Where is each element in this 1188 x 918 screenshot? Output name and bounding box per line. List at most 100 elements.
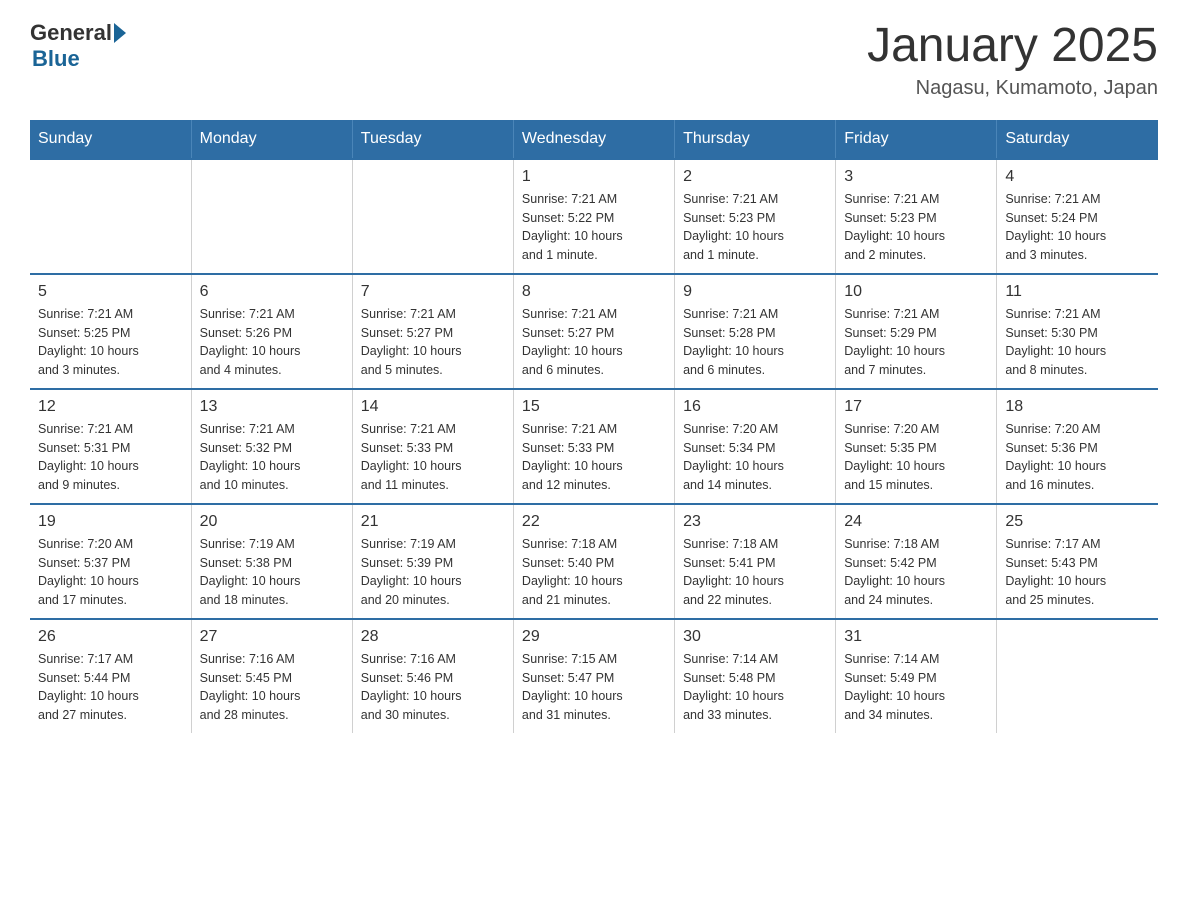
day-info: Sunrise: 7:20 AM Sunset: 5:34 PM Dayligh… bbox=[683, 420, 827, 495]
calendar-cell-w3-d6: 18 Sunrise: 7:20 AM Sunset: 5:36 PM Dayli… bbox=[997, 389, 1158, 504]
page-header: General Blue January 2025 Nagasu, Kumamo… bbox=[30, 20, 1158, 100]
day-info: Sunrise: 7:19 AM Sunset: 5:38 PM Dayligh… bbox=[200, 535, 344, 610]
week-row-4: 19 Sunrise: 7:20 AM Sunset: 5:37 PM Dayli… bbox=[30, 504, 1158, 619]
day-number: 11 bbox=[1005, 283, 1150, 301]
day-info: Sunrise: 7:20 AM Sunset: 5:37 PM Dayligh… bbox=[38, 535, 183, 610]
day-number: 25 bbox=[1005, 513, 1150, 531]
day-info: Sunrise: 7:18 AM Sunset: 5:42 PM Dayligh… bbox=[844, 535, 988, 610]
calendar-cell-w1-d6: 4Sunrise: 7:21 AM Sunset: 5:24 PM Daylig… bbox=[997, 159, 1158, 274]
day-info: Sunrise: 7:21 AM Sunset: 5:23 PM Dayligh… bbox=[844, 190, 988, 265]
header-saturday: Saturday bbox=[997, 120, 1158, 159]
calendar-cell-w2-d4: 9Sunrise: 7:21 AM Sunset: 5:28 PM Daylig… bbox=[675, 274, 836, 389]
day-info: Sunrise: 7:17 AM Sunset: 5:44 PM Dayligh… bbox=[38, 650, 183, 725]
calendar-cell-w3-d5: 17Sunrise: 7:20 AM Sunset: 5:35 PM Dayli… bbox=[836, 389, 997, 504]
calendar-cell-w5-d4: 30 Sunrise: 7:14 AM Sunset: 5:48 PM Dayli… bbox=[675, 619, 836, 733]
day-number: 15 bbox=[522, 398, 666, 416]
day-number: 13 bbox=[200, 398, 344, 416]
day-number: 27 bbox=[200, 628, 344, 646]
calendar-cell-w2-d3: 8 Sunrise: 7:21 AM Sunset: 5:27 PM Daylig… bbox=[513, 274, 674, 389]
day-number: 28 bbox=[361, 628, 505, 646]
day-info: Sunrise: 7:14 AM Sunset: 5:49 PM Dayligh… bbox=[844, 650, 988, 725]
weekday-header-row: Sunday Monday Tuesday Wednesday Thursday… bbox=[30, 120, 1158, 159]
calendar-cell-w1-d0 bbox=[30, 159, 191, 274]
calendar-cell-w5-d5: 31 Sunrise: 7:14 AM Sunset: 5:49 PM Dayli… bbox=[836, 619, 997, 733]
day-info: Sunrise: 7:21 AM Sunset: 5:27 PM Dayligh… bbox=[361, 305, 505, 380]
day-number: 16 bbox=[683, 398, 827, 416]
day-info: Sunrise: 7:21 AM Sunset: 5:25 PM Dayligh… bbox=[38, 305, 183, 380]
day-info: Sunrise: 7:14 AM Sunset: 5:48 PM Dayligh… bbox=[683, 650, 827, 725]
day-number: 8 bbox=[522, 283, 666, 301]
calendar-cell-w4-d3: 22 Sunrise: 7:18 AM Sunset: 5:40 PM Dayli… bbox=[513, 504, 674, 619]
logo-text-general: General bbox=[30, 20, 112, 46]
day-info: Sunrise: 7:20 AM Sunset: 5:35 PM Dayligh… bbox=[844, 420, 988, 495]
day-info: Sunrise: 7:21 AM Sunset: 5:22 PM Dayligh… bbox=[522, 190, 666, 265]
calendar-cell-w5-d3: 29Sunrise: 7:15 AM Sunset: 5:47 PM Dayli… bbox=[513, 619, 674, 733]
logo-arrow-icon bbox=[114, 23, 126, 43]
day-number: 22 bbox=[522, 513, 666, 531]
title-block: January 2025 Nagasu, Kumamoto, Japan bbox=[867, 20, 1158, 100]
day-number: 30 bbox=[683, 628, 827, 646]
day-number: 4 bbox=[1005, 168, 1150, 186]
day-number: 10 bbox=[844, 283, 988, 301]
calendar-cell-w2-d2: 7 Sunrise: 7:21 AM Sunset: 5:27 PM Daylig… bbox=[352, 274, 513, 389]
week-row-1: 1 Sunrise: 7:21 AM Sunset: 5:22 PM Daylig… bbox=[30, 159, 1158, 274]
calendar-cell-w3-d1: 13 Sunrise: 7:21 AM Sunset: 5:32 PM Dayli… bbox=[191, 389, 352, 504]
logo-text-blue: Blue bbox=[32, 46, 80, 72]
day-number: 3 bbox=[844, 168, 988, 186]
day-info: Sunrise: 7:21 AM Sunset: 5:23 PM Dayligh… bbox=[683, 190, 827, 265]
header-thursday: Thursday bbox=[675, 120, 836, 159]
calendar-cell-w4-d0: 19 Sunrise: 7:20 AM Sunset: 5:37 PM Dayli… bbox=[30, 504, 191, 619]
calendar-cell-w4-d4: 23Sunrise: 7:18 AM Sunset: 5:41 PM Dayli… bbox=[675, 504, 836, 619]
day-number: 7 bbox=[361, 283, 505, 301]
header-sunday: Sunday bbox=[30, 120, 191, 159]
calendar-cell-w5-d2: 28Sunrise: 7:16 AM Sunset: 5:46 PM Dayli… bbox=[352, 619, 513, 733]
day-info: Sunrise: 7:21 AM Sunset: 5:30 PM Dayligh… bbox=[1005, 305, 1150, 380]
day-number: 9 bbox=[683, 283, 827, 301]
header-friday: Friday bbox=[836, 120, 997, 159]
calendar-table: Sunday Monday Tuesday Wednesday Thursday… bbox=[30, 120, 1158, 733]
day-info: Sunrise: 7:21 AM Sunset: 5:27 PM Dayligh… bbox=[522, 305, 666, 380]
day-info: Sunrise: 7:21 AM Sunset: 5:32 PM Dayligh… bbox=[200, 420, 344, 495]
day-info: Sunrise: 7:20 AM Sunset: 5:36 PM Dayligh… bbox=[1005, 420, 1150, 495]
calendar-cell-w3-d4: 16 Sunrise: 7:20 AM Sunset: 5:34 PM Dayli… bbox=[675, 389, 836, 504]
calendar-cell-w2-d5: 10 Sunrise: 7:21 AM Sunset: 5:29 PM Dayli… bbox=[836, 274, 997, 389]
calendar-cell-w5-d6 bbox=[997, 619, 1158, 733]
day-info: Sunrise: 7:21 AM Sunset: 5:29 PM Dayligh… bbox=[844, 305, 988, 380]
calendar-cell-w1-d5: 3 Sunrise: 7:21 AM Sunset: 5:23 PM Daylig… bbox=[836, 159, 997, 274]
header-monday: Monday bbox=[191, 120, 352, 159]
day-number: 18 bbox=[1005, 398, 1150, 416]
day-number: 19 bbox=[38, 513, 183, 531]
day-number: 14 bbox=[361, 398, 505, 416]
calendar-cell-w1-d1 bbox=[191, 159, 352, 274]
calendar-cell-w5-d1: 27 Sunrise: 7:16 AM Sunset: 5:45 PM Dayli… bbox=[191, 619, 352, 733]
calendar-title: January 2025 bbox=[867, 20, 1158, 73]
calendar-subtitle: Nagasu, Kumamoto, Japan bbox=[867, 77, 1158, 100]
calendar-cell-w3-d2: 14Sunrise: 7:21 AM Sunset: 5:33 PM Dayli… bbox=[352, 389, 513, 504]
calendar-cell-w3-d3: 15Sunrise: 7:21 AM Sunset: 5:33 PM Dayli… bbox=[513, 389, 674, 504]
day-number: 31 bbox=[844, 628, 988, 646]
day-info: Sunrise: 7:19 AM Sunset: 5:39 PM Dayligh… bbox=[361, 535, 505, 610]
calendar-cell-w2-d0: 5Sunrise: 7:21 AM Sunset: 5:25 PM Daylig… bbox=[30, 274, 191, 389]
week-row-2: 5Sunrise: 7:21 AM Sunset: 5:25 PM Daylig… bbox=[30, 274, 1158, 389]
calendar-cell-w4-d5: 24Sunrise: 7:18 AM Sunset: 5:42 PM Dayli… bbox=[836, 504, 997, 619]
week-row-5: 26 Sunrise: 7:17 AM Sunset: 5:44 PM Dayli… bbox=[30, 619, 1158, 733]
calendar-cell-w2-d1: 6Sunrise: 7:21 AM Sunset: 5:26 PM Daylig… bbox=[191, 274, 352, 389]
calendar-cell-w5-d0: 26 Sunrise: 7:17 AM Sunset: 5:44 PM Dayli… bbox=[30, 619, 191, 733]
week-row-3: 12Sunrise: 7:21 AM Sunset: 5:31 PM Dayli… bbox=[30, 389, 1158, 504]
calendar-cell-w1-d2 bbox=[352, 159, 513, 274]
calendar-cell-w4-d1: 20 Sunrise: 7:19 AM Sunset: 5:38 PM Dayli… bbox=[191, 504, 352, 619]
day-number: 26 bbox=[38, 628, 183, 646]
day-info: Sunrise: 7:16 AM Sunset: 5:45 PM Dayligh… bbox=[200, 650, 344, 725]
calendar-cell-w4-d6: 25Sunrise: 7:17 AM Sunset: 5:43 PM Dayli… bbox=[997, 504, 1158, 619]
calendar-cell-w2-d6: 11 Sunrise: 7:21 AM Sunset: 5:30 PM Dayli… bbox=[997, 274, 1158, 389]
day-number: 6 bbox=[200, 283, 344, 301]
calendar-cell-w1-d3: 1 Sunrise: 7:21 AM Sunset: 5:22 PM Daylig… bbox=[513, 159, 674, 274]
day-number: 1 bbox=[522, 168, 666, 186]
calendar-cell-w3-d0: 12Sunrise: 7:21 AM Sunset: 5:31 PM Dayli… bbox=[30, 389, 191, 504]
day-number: 23 bbox=[683, 513, 827, 531]
day-number: 12 bbox=[38, 398, 183, 416]
day-info: Sunrise: 7:18 AM Sunset: 5:40 PM Dayligh… bbox=[522, 535, 666, 610]
header-wednesday: Wednesday bbox=[513, 120, 674, 159]
header-tuesday: Tuesday bbox=[352, 120, 513, 159]
day-number: 20 bbox=[200, 513, 344, 531]
